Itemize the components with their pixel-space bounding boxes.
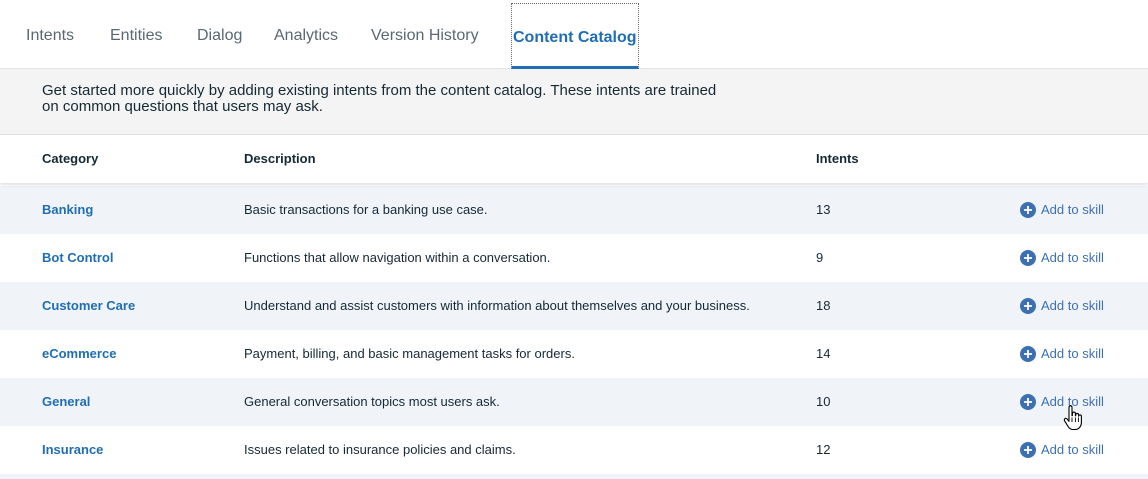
plus-circle-icon: [1020, 201, 1036, 218]
plus-circle-icon: [1020, 393, 1036, 410]
category-description: Payment, billing, and basic management t…: [244, 346, 575, 361]
add-to-skill-label: Add to skill: [1041, 250, 1104, 265]
add-to-skill-button[interactable]: Add to skill: [1020, 378, 1104, 426]
category-description: Issues related to insurance policies and…: [244, 442, 516, 457]
intent-count: 18: [816, 298, 831, 313]
category-link[interactable]: eCommerce: [42, 330, 116, 378]
table-row: Customer Care Understand and assist cust…: [0, 282, 1148, 330]
plus-circle-icon: [1020, 345, 1036, 362]
intent-count: 9: [816, 250, 824, 265]
tab-content-catalog[interactable]: Content Catalog: [511, 3, 639, 69]
tab-entities[interactable]: Entities: [110, 0, 162, 68]
column-header-description[interactable]: Description: [244, 135, 316, 183]
add-to-skill-label: Add to skill: [1041, 442, 1104, 457]
plus-circle-icon: [1020, 249, 1036, 266]
tab-analytics[interactable]: Analytics: [274, 0, 338, 68]
category-description: Functions that allow navigation within a…: [244, 250, 551, 265]
add-to-skill-label: Add to skill: [1041, 202, 1104, 217]
column-header-intents[interactable]: Intents: [816, 135, 859, 183]
intent-count: 10: [816, 394, 831, 409]
add-to-skill-label: Add to skill: [1041, 346, 1104, 361]
category-link[interactable]: Banking: [42, 186, 93, 234]
intent-count: 13: [816, 202, 831, 217]
catalog-table-body: Banking Basic transactions for a banking…: [0, 186, 1148, 479]
add-to-skill-button[interactable]: Add to skill: [1020, 186, 1104, 234]
add-to-skill-button[interactable]: Add to skill: [1020, 282, 1104, 330]
table-row-partial: [0, 474, 1148, 479]
category-description: General conversation topics most users a…: [244, 394, 500, 409]
tab-intents[interactable]: Intents: [26, 0, 74, 68]
category-description: Basic transactions for a banking use cas…: [244, 202, 488, 217]
add-to-skill-button[interactable]: Add to skill: [1020, 330, 1104, 378]
table-row: General General conversation topics most…: [0, 378, 1148, 426]
hand-pointer-icon: [1063, 405, 1083, 436]
intent-count: 12: [816, 442, 831, 457]
category-description: Understand and assist customers with inf…: [244, 298, 750, 313]
category-link[interactable]: Insurance: [42, 426, 103, 474]
intent-count: 14: [816, 346, 831, 361]
tab-dialog[interactable]: Dialog: [197, 0, 242, 68]
info-banner: Get started more quickly by adding exist…: [0, 69, 1148, 135]
table-header: Category Description Intents: [0, 135, 1148, 183]
add-to-skill-button[interactable]: Add to skill: [1020, 426, 1104, 474]
table-row: Banking Basic transactions for a banking…: [0, 186, 1148, 234]
banner-text: Get started more quickly by adding exist…: [42, 82, 717, 115]
table-row: Bot Control Functions that allow navigat…: [0, 234, 1148, 282]
tab-version-history[interactable]: Version History: [371, 0, 479, 68]
table-row: Insurance Issues related to insurance po…: [0, 426, 1148, 474]
table-row: eCommerce Payment, billing, and basic ma…: [0, 330, 1148, 378]
tab-bar: Intents Entities Dialog Analytics Versio…: [0, 0, 1148, 69]
plus-circle-icon: [1020, 441, 1036, 458]
category-link[interactable]: Customer Care: [42, 282, 135, 330]
category-link[interactable]: Bot Control: [42, 234, 113, 282]
add-to-skill-label: Add to skill: [1041, 298, 1104, 313]
column-header-category[interactable]: Category: [42, 135, 98, 183]
plus-circle-icon: [1020, 297, 1036, 314]
add-to-skill-button[interactable]: Add to skill: [1020, 234, 1104, 282]
category-link[interactable]: General: [42, 378, 90, 426]
content-catalog-page: Intents Entities Dialog Analytics Versio…: [0, 0, 1148, 479]
